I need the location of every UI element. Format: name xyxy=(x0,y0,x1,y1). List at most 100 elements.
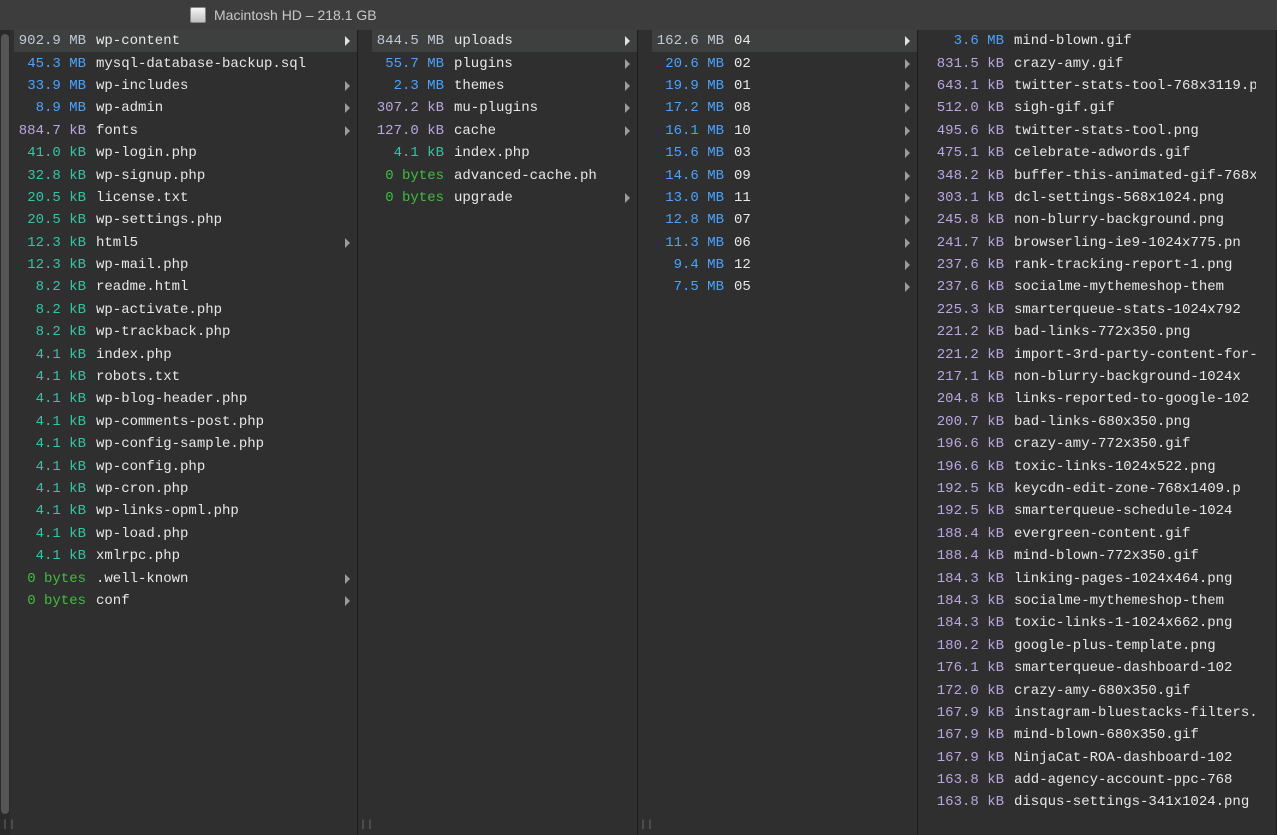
file-row[interactable]: 14.6 MB09 xyxy=(652,164,917,186)
file-row[interactable]: 4.1 kBwp-blog-header.php xyxy=(14,388,357,410)
file-row[interactable]: 180.2 kBgoogle-plus-template.png xyxy=(932,635,1276,657)
file-row[interactable]: 17.2 MB08 xyxy=(652,97,917,119)
file-row[interactable]: 237.6 kBrank-tracking-report-1.png xyxy=(932,254,1276,276)
file-name: wp-mail.php xyxy=(96,257,337,273)
file-row[interactable]: 16.1 MB10 xyxy=(652,120,917,142)
file-row[interactable]: 12.3 kBwp-mail.php xyxy=(14,254,357,276)
file-row[interactable]: 884.7 kBfonts xyxy=(14,120,357,142)
file-row[interactable]: 8.2 kBwp-activate.php xyxy=(14,299,357,321)
resize-handle-icon[interactable]: || xyxy=(2,820,16,831)
file-row[interactable]: 13.0 MB11 xyxy=(652,187,917,209)
file-row[interactable]: 192.5 kBkeycdn-edit-zone-768x1409.p xyxy=(932,478,1276,500)
file-row[interactable]: 0 bytesconf xyxy=(14,590,357,612)
file-size: 4.1 kB xyxy=(14,481,96,497)
file-row[interactable]: 225.3 kBsmarterqueue-stats-1024x792 xyxy=(932,299,1276,321)
file-name: 09 xyxy=(734,168,897,184)
window-titlebar[interactable]: Macintosh HD – 218.1 GB xyxy=(0,0,1277,30)
file-row[interactable]: 495.6 kBtwitter-stats-tool.png xyxy=(932,120,1276,142)
file-size: 4.1 kB xyxy=(14,503,96,519)
file-row[interactable]: 188.4 kBmind-blown-772x350.gif xyxy=(932,545,1276,567)
file-row[interactable]: 20.5 kBwp-settings.php xyxy=(14,209,357,231)
file-row[interactable]: 11.3 MB06 xyxy=(652,232,917,254)
file-row[interactable]: 4.1 kBwp-comments-post.php xyxy=(14,411,357,433)
file-row[interactable]: 512.0 kBsigh-gif.gif xyxy=(932,97,1276,119)
file-row[interactable]: 196.6 kBcrazy-amy-772x350.gif xyxy=(932,433,1276,455)
file-row[interactable]: 163.8 kBdisqus-settings-341x1024.png xyxy=(932,791,1276,813)
file-row[interactable]: 245.8 kBnon-blurry-background.png xyxy=(932,209,1276,231)
file-row[interactable]: 4.1 kBrobots.txt xyxy=(14,366,357,388)
file-row[interactable]: 241.7 kBbrowserling-ie9-1024x775.pn xyxy=(932,232,1276,254)
file-row[interactable]: 176.1 kBsmarterqueue-dashboard-102 xyxy=(932,657,1276,679)
file-row[interactable]: 41.0 kBwp-login.php xyxy=(14,142,357,164)
file-row[interactable]: 4.1 kBwp-config.php xyxy=(14,455,357,477)
file-row[interactable]: 204.8 kBlinks-reported-to-google-102 xyxy=(932,388,1276,410)
file-row[interactable]: 8.9 MBwp-admin xyxy=(14,97,357,119)
file-row[interactable]: 4.1 kBwp-config-sample.php xyxy=(14,433,357,455)
file-row[interactable]: 4.1 kBindex.php xyxy=(14,343,357,365)
file-row[interactable]: 184.3 kBsocialme-mythemeshop-them xyxy=(932,590,1276,612)
file-row[interactable]: 45.3 MBmysql-database-backup.sql xyxy=(14,52,357,74)
file-name: smarterqueue-schedule-1024 xyxy=(1014,503,1256,519)
file-row[interactable]: 167.9 kBNinjaCat-ROA-dashboard-102 xyxy=(932,747,1276,769)
file-row[interactable]: 902.9 MBwp-content xyxy=(14,30,357,52)
file-row[interactable]: 55.7 MBplugins xyxy=(372,52,637,74)
resize-handle-icon[interactable]: || xyxy=(640,820,654,831)
file-name: fonts xyxy=(96,123,337,139)
file-row[interactable]: 163.8 kBadd-agency-account-ppc-768 xyxy=(932,769,1276,791)
file-row[interactable]: 172.0 kBcrazy-amy-680x350.gif xyxy=(932,679,1276,701)
file-row[interactable]: 192.5 kBsmarterqueue-schedule-1024 xyxy=(932,500,1276,522)
file-size: 162.6 MB xyxy=(652,33,734,49)
file-row[interactable]: 0 bytesupgrade xyxy=(372,187,637,209)
file-row[interactable]: 217.1 kBnon-blurry-background-1024x xyxy=(932,366,1276,388)
file-row[interactable]: 15.6 MB03 xyxy=(652,142,917,164)
file-row[interactable]: 7.5 MB05 xyxy=(652,276,917,298)
file-row[interactable]: 127.0 kBcache xyxy=(372,120,637,142)
file-row[interactable]: 3.6 MBmind-blown.gif xyxy=(932,30,1276,52)
file-row[interactable]: 303.1 kBdcl-settings-568x1024.png xyxy=(932,187,1276,209)
file-row[interactable]: 844.5 MBuploads xyxy=(372,30,637,52)
file-row[interactable]: 4.1 kBindex.php xyxy=(372,142,637,164)
file-row[interactable]: 0 bytesadvanced-cache.ph xyxy=(372,164,637,186)
column-3: 3.6 MBmind-blown.gif831.5 kBcrazy-amy.gi… xyxy=(918,30,1277,835)
file-row[interactable]: 184.3 kBlinking-pages-1024x464.png xyxy=(932,567,1276,589)
file-size: 167.9 kB xyxy=(932,705,1014,721)
file-size: 184.3 kB xyxy=(932,571,1014,587)
file-row[interactable]: 188.4 kBevergreen-content.gif xyxy=(932,523,1276,545)
file-row[interactable]: 33.9 MBwp-includes xyxy=(14,75,357,97)
file-row[interactable]: 8.2 kBwp-trackback.php xyxy=(14,321,357,343)
file-name: smarterqueue-stats-1024x792 xyxy=(1014,302,1256,318)
file-row[interactable]: 184.3 kBtoxic-links-1-1024x662.png xyxy=(932,612,1276,634)
file-row[interactable]: 162.6 MB04 xyxy=(652,30,917,52)
file-row[interactable]: 12.3 kBhtml5 xyxy=(14,232,357,254)
file-row[interactable]: 19.9 MB01 xyxy=(652,75,917,97)
file-row[interactable]: 643.1 kBtwitter-stats-tool-768x3119.p xyxy=(932,75,1276,97)
file-row[interactable]: 4.1 kBwp-cron.php xyxy=(14,478,357,500)
file-row[interactable]: 2.3 MBthemes xyxy=(372,75,637,97)
file-row[interactable]: 196.6 kBtoxic-links-1024x522.png xyxy=(932,455,1276,477)
scrollbar-thumb[interactable] xyxy=(1,34,9,814)
file-name: wp-login.php xyxy=(96,145,337,161)
file-row[interactable]: 0 bytes.well-known xyxy=(14,567,357,589)
file-row[interactable]: 12.8 MB07 xyxy=(652,209,917,231)
file-row[interactable]: 475.1 kBcelebrate-adwords.gif xyxy=(932,142,1276,164)
file-row[interactable]: 20.5 kBlicense.txt xyxy=(14,187,357,209)
file-row[interactable]: 221.2 kBimport-3rd-party-content-for- xyxy=(932,343,1276,365)
file-row[interactable]: 221.2 kBbad-links-772x350.png xyxy=(932,321,1276,343)
column-rows: 844.5 MBuploads55.7 MBplugins2.3 MBtheme… xyxy=(358,30,637,209)
resize-handle-icon[interactable]: || xyxy=(360,820,374,831)
file-row[interactable]: 4.1 kBwp-load.php xyxy=(14,523,357,545)
file-row[interactable]: 348.2 kBbuffer-this-animated-gif-768x xyxy=(932,164,1276,186)
scrollbar[interactable] xyxy=(0,30,10,835)
file-row[interactable]: 307.2 kBmu-plugins xyxy=(372,97,637,119)
file-row[interactable]: 831.5 kBcrazy-amy.gif xyxy=(932,52,1276,74)
file-row[interactable]: 200.7 kBbad-links-680x350.png xyxy=(932,411,1276,433)
file-row[interactable]: 9.4 MB12 xyxy=(652,254,917,276)
file-row[interactable]: 237.6 kBsocialme-mythemeshop-them xyxy=(932,276,1276,298)
file-row[interactable]: 32.8 kBwp-signup.php xyxy=(14,164,357,186)
file-row[interactable]: 4.1 kBxmlrpc.php xyxy=(14,545,357,567)
file-row[interactable]: 167.9 kBmind-blown-680x350.gif xyxy=(932,724,1276,746)
file-row[interactable]: 20.6 MB02 xyxy=(652,52,917,74)
file-row[interactable]: 8.2 kBreadme.html xyxy=(14,276,357,298)
file-row[interactable]: 167.9 kBinstagram-bluestacks-filters.p xyxy=(932,702,1276,724)
file-row[interactable]: 4.1 kBwp-links-opml.php xyxy=(14,500,357,522)
